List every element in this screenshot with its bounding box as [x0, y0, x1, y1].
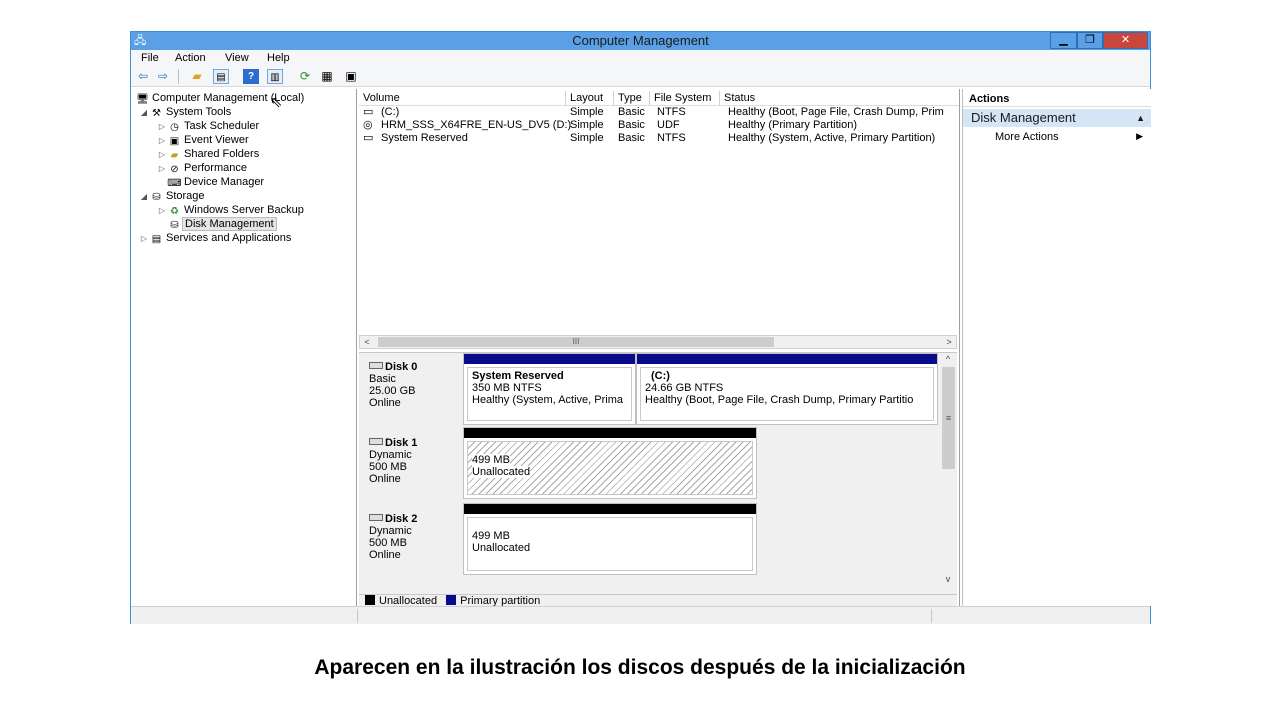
tree-item-system-tools[interactable]: ◢ ⚒ System Tools	[139, 105, 233, 119]
status-bar	[131, 606, 1150, 624]
disk-management-icon: ⛁	[170, 220, 179, 231]
partition-unallocated-disk-1[interactable]: 499 MB Unallocated	[463, 427, 757, 499]
help-icon[interactable]: ?	[243, 69, 259, 84]
drive-icon: ▭	[363, 132, 374, 144]
volume-row[interactable]: ▭ System Reserved Simple Basic NTFS Heal…	[359, 132, 959, 145]
column-volume[interactable]: Volume	[359, 91, 566, 106]
settings-icon[interactable]: ▣	[343, 69, 359, 84]
scroll-thumb[interactable]: ≡	[942, 367, 955, 469]
scroll-thumb[interactable]: III	[378, 337, 774, 347]
disk-0-info[interactable]: Disk 0 Basic 25.00 GB Online	[361, 357, 461, 431]
scroll-up-icon[interactable]: ^	[942, 353, 954, 365]
properties-icon[interactable]: ▦	[319, 69, 335, 84]
disk-graphical-view: Disk 0 Basic 25.00 GB Online System Rese…	[359, 352, 957, 594]
tree-item-performance[interactable]: ▷ ⊘ Performance	[157, 161, 249, 175]
partition-system-reserved[interactable]: System Reserved 350 MB NTFS Healthy (Sys…	[463, 353, 636, 425]
title-bar[interactable]: 🖧 Computer Management ▁ ❐ ✕	[131, 32, 1150, 50]
tree-item-task-scheduler[interactable]: ▷ ◷ Task Scheduler	[157, 119, 261, 133]
column-status[interactable]: Status	[720, 91, 959, 106]
legend-swatch-unallocated	[365, 595, 375, 605]
tree-item-shared-folders[interactable]: ▷ ▰ Shared Folders	[157, 147, 261, 161]
actions-title: Actions	[963, 91, 1151, 107]
expand-icon[interactable]: ▷	[157, 148, 167, 162]
submenu-arrow-icon: ▶	[1136, 131, 1143, 141]
collapse-section-icon[interactable]: ▲	[1136, 109, 1145, 127]
scroll-down-icon[interactable]: v	[942, 573, 954, 585]
restore-button[interactable]: ❐	[1077, 32, 1103, 49]
minimize-button[interactable]: ▁	[1050, 32, 1077, 49]
scroll-left-icon[interactable]: <	[360, 336, 374, 348]
console-tree: 🖥 Computer Management (Local) ◢ ⚒ System To…	[131, 89, 357, 606]
disk-icon	[369, 514, 383, 521]
column-type[interactable]: Type	[614, 91, 650, 106]
toolbar: ⇦ ⇨ ▰ ▤ ? ▥ ⟳ ▦ ▣	[131, 67, 1150, 87]
menu-action[interactable]: Action	[175, 52, 206, 64]
computer-icon: 🖥	[136, 94, 149, 105]
scroll-right-icon[interactable]: >	[942, 336, 956, 348]
shared-folder-icon: ▰	[170, 150, 179, 161]
partition-c[interactable]: (C:) 24.66 GB NTFS Healthy (Boot, Page F…	[636, 353, 938, 425]
back-arrow-icon[interactable]: ⇦	[135, 69, 151, 84]
dvd-icon: ◎	[363, 119, 373, 131]
tree-item-device-manager[interactable]: ⌨ Device Manager	[157, 175, 266, 189]
mouse-cursor-icon: ⇖	[270, 94, 283, 111]
window-controls: ▁ ❐ ✕	[1050, 32, 1148, 49]
volume-row[interactable]: ▭ (C:) Simple Basic NTFS Healthy (Boot, …	[359, 106, 959, 119]
expand-icon[interactable]: ▷	[157, 162, 167, 176]
services-icon: ▤	[151, 234, 162, 245]
tree-item-windows-server-backup[interactable]: ▷ ♻ Windows Server Backup	[157, 203, 306, 217]
expand-icon[interactable]: ▷	[139, 232, 149, 246]
actions-pane: Actions Disk Management ▲ More Actions ▶	[962, 89, 1151, 606]
partition-unallocated-disk-2[interactable]: 499 MB Unallocated	[463, 503, 757, 575]
partition-bar	[464, 354, 635, 364]
show-hide-action-pane-icon[interactable]: ▥	[267, 69, 283, 84]
performance-icon: ⊘	[170, 164, 179, 175]
backup-icon: ♻	[170, 206, 179, 217]
refresh-icon[interactable]: ⟳	[297, 69, 313, 84]
disk-icon	[369, 438, 383, 445]
device-manager-icon: ⌨	[167, 178, 182, 189]
disk-2-info[interactable]: Disk 2 Dynamic 500 MB Online	[361, 509, 461, 583]
tree-item-disk-management[interactable]: ⛁ Disk Management	[157, 217, 277, 231]
tree-item-storage[interactable]: ◢ ⛁ Storage	[139, 189, 207, 203]
clock-icon: ◷	[170, 122, 179, 133]
partition-bar	[464, 428, 756, 438]
expand-icon[interactable]: ▷	[157, 120, 167, 134]
expand-icon[interactable]: ▷	[157, 204, 167, 218]
tree-item-event-viewer[interactable]: ▷ ▣ Event Viewer	[157, 133, 251, 147]
folder-up-icon[interactable]: ▰	[189, 69, 205, 84]
vertical-scrollbar[interactable]: ^ ≡ v	[940, 353, 956, 585]
expand-icon[interactable]: ▷	[157, 134, 167, 148]
menu-view[interactable]: View	[225, 52, 249, 64]
tools-icon: ⚒	[152, 108, 161, 119]
disk-management-pane: Volume Layout Type File System Status ▭ …	[359, 89, 960, 608]
collapse-icon[interactable]: ◢	[139, 106, 149, 120]
legend-swatch-primary	[446, 595, 457, 605]
caption: Aparecen en la ilustración los discos de…	[314, 656, 966, 679]
event-viewer-icon: ▣	[169, 136, 180, 147]
drive-icon: ▭	[363, 106, 374, 118]
disk-icon	[369, 362, 383, 369]
volume-row[interactable]: ◎ HRM_SSS_X64FRE_EN-US_DV5 (D:) Simple B…	[359, 119, 959, 132]
tree-item-services-and-applications[interactable]: ▷ ▤ Services and Applications	[139, 231, 293, 245]
close-button[interactable]: ✕	[1103, 32, 1148, 49]
column-file-system[interactable]: File System	[650, 91, 720, 106]
partition-bar	[637, 354, 937, 364]
more-actions-item[interactable]: More Actions	[995, 131, 1059, 143]
forward-arrow-icon[interactable]: ⇨	[155, 69, 171, 84]
storage-icon: ⛁	[152, 192, 161, 203]
horizontal-scrollbar[interactable]: < III >	[359, 335, 957, 349]
disk-1-info[interactable]: Disk 1 Dynamic 500 MB Online	[361, 433, 461, 507]
menu-file[interactable]: File	[141, 52, 159, 64]
collapse-icon[interactable]: ◢	[139, 190, 149, 204]
volume-list-header: Volume Layout Type File System Status	[359, 91, 959, 106]
window-title: Computer Management	[572, 33, 709, 48]
menu-bar: File Action View Help	[131, 50, 1150, 67]
menu-help[interactable]: Help	[267, 52, 290, 64]
computer-management-window: 🖧 Computer Management ▁ ❐ ✕ File Action …	[130, 31, 1151, 624]
column-layout[interactable]: Layout	[566, 91, 614, 106]
partition-bar	[464, 504, 756, 514]
show-hide-tree-icon[interactable]: ▤	[213, 69, 229, 84]
actions-section-disk-management[interactable]: Disk Management ▲	[963, 109, 1151, 127]
